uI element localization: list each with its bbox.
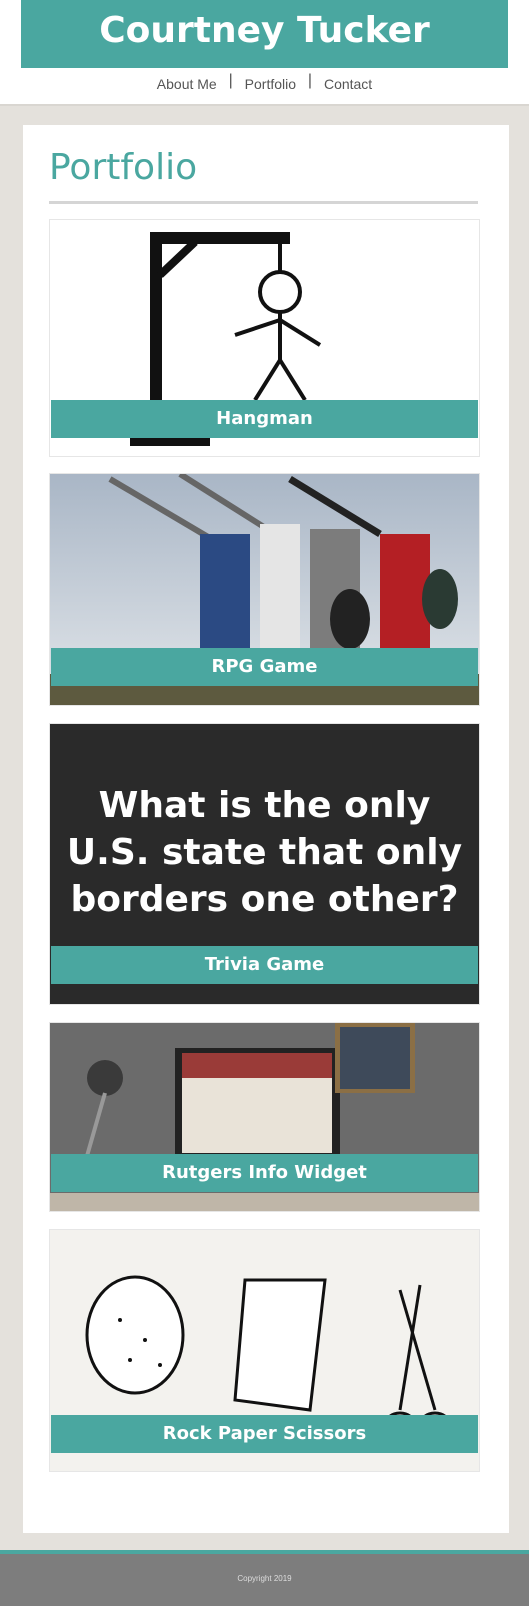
page-title: Portfolio: [49, 147, 198, 188]
project-label-rock-paper-scissors[interactable]: Rock Paper Scissors: [51, 1415, 478, 1453]
nav-separator: |: [228, 72, 233, 89]
project-card-hangman[interactable]: Hangman: [49, 219, 480, 457]
site-title: Courtney Tucker: [99, 10, 430, 51]
portfolio-panel: Portfolio Hangman RPG Game What is the o…: [23, 125, 509, 1533]
project-label-trivia-game[interactable]: Trivia Game: [51, 946, 478, 984]
nav-separator: |: [307, 72, 313, 89]
project-card-rutgers-info-widget[interactable]: Rutgers Info Widget: [49, 1022, 480, 1212]
footer: Copyright 2019: [0, 1550, 529, 1606]
project-label-rutgers-info-widget[interactable]: Rutgers Info Widget: [51, 1154, 478, 1192]
project-card-trivia-game[interactable]: What is the only U.S. state that only bo…: [49, 723, 480, 1005]
header: Courtney Tucker About Me | Portfolio | C…: [0, 0, 529, 106]
project-card-rpg-game[interactable]: RPG Game: [49, 473, 480, 706]
project-label-hangman[interactable]: Hangman: [51, 400, 478, 438]
trivia-question-text: What is the only U.S. state that only bo…: [66, 785, 463, 920]
title-banner: Courtney Tucker: [21, 0, 508, 68]
nav-about-me[interactable]: About Me: [149, 76, 225, 92]
project-label-rpg-game[interactable]: RPG Game: [51, 648, 478, 686]
nav-contact[interactable]: Contact: [316, 76, 380, 92]
nav-portfolio[interactable]: Portfolio: [237, 76, 304, 92]
copyright-text: Copyright 2019: [237, 1574, 292, 1583]
project-card-rock-paper-scissors[interactable]: Rock Paper Scissors: [49, 1229, 480, 1472]
nav-bar: About Me | Portfolio | Contact: [0, 72, 529, 92]
title-divider: [49, 201, 478, 204]
